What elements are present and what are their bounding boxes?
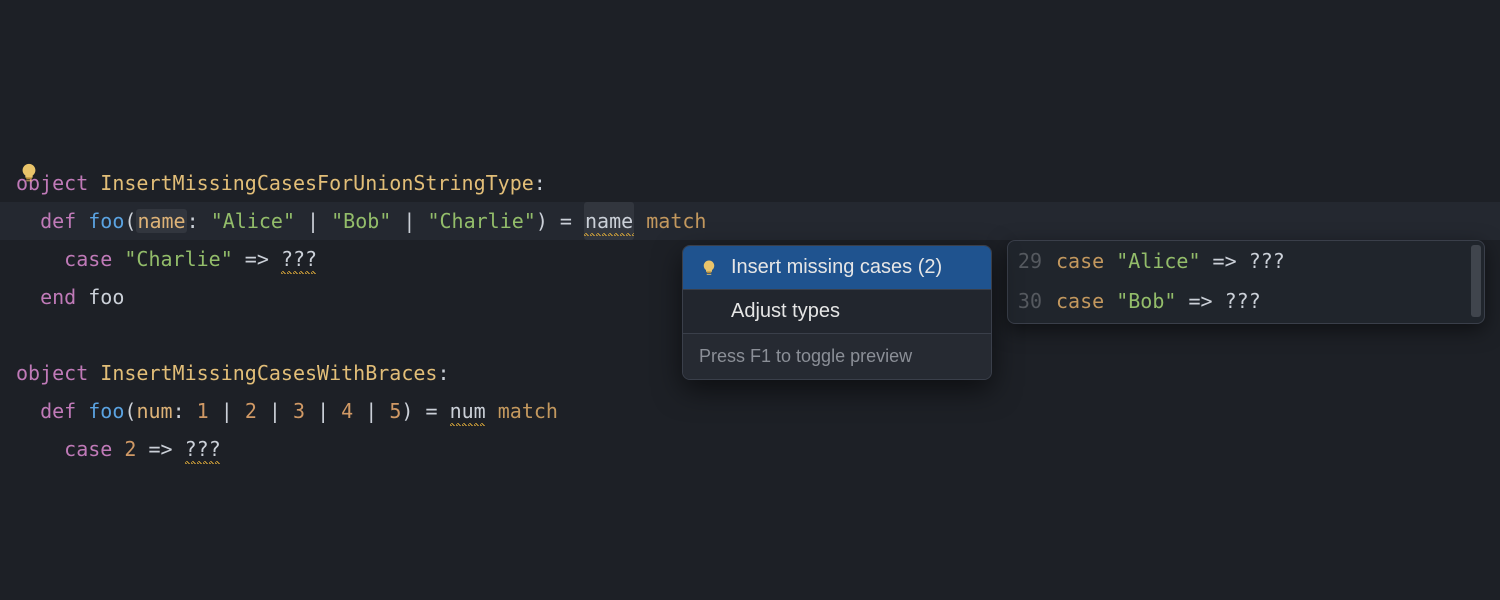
unknown-placeholder: ???: [185, 430, 221, 468]
preview-line: 29 case "Alice" => ???: [1008, 241, 1484, 281]
unknown-placeholder: ???: [281, 240, 317, 278]
keyword-match: match: [646, 209, 706, 233]
code-editor[interactable]: object InsertMissingCasesForUnionStringT…: [0, 0, 1500, 468]
preview-line: 30 case "Bob" => ???: [1008, 281, 1484, 321]
param-name: name: [136, 209, 186, 233]
code-action-label: Insert missing cases (2): [731, 256, 942, 279]
scrollbar-thumb[interactable]: [1471, 245, 1481, 317]
code-line[interactable]: object InsertMissingCasesForUnionStringT…: [0, 164, 1500, 202]
lightbulb-icon: [699, 258, 719, 278]
code-line[interactable]: def foo(name: "Alice" | "Bob" | "Charlie…: [0, 202, 1500, 240]
code-action-insert-missing-cases[interactable]: Insert missing cases (2): [683, 246, 991, 289]
match-target: num: [450, 392, 486, 430]
type-name: InsertMissingCasesWithBraces: [100, 361, 437, 385]
code-actions-popup: Insert missing cases (2) Adjust types Pr…: [682, 245, 992, 380]
code-action-adjust-types[interactable]: Adjust types: [683, 290, 991, 333]
match-target: name: [584, 202, 634, 240]
type-name: InsertMissingCasesForUnionStringType: [100, 171, 533, 195]
keyword-match: match: [498, 399, 558, 423]
line-number: 30: [1008, 281, 1056, 321]
line-number: 29: [1008, 241, 1056, 281]
keyword-case: case: [1056, 249, 1104, 273]
lightbulb-icon[interactable]: [18, 162, 40, 184]
function-name: foo: [88, 399, 124, 423]
keyword-case: case: [64, 437, 112, 461]
keyword-end: end: [40, 285, 76, 309]
param-name: num: [136, 399, 172, 423]
code-line[interactable]: case 2 => ???: [0, 430, 1500, 468]
keyword-def: def: [40, 209, 76, 233]
icon-slot-empty: [699, 302, 719, 322]
keyword-case: case: [1056, 289, 1104, 313]
code-action-label: Adjust types: [731, 300, 840, 323]
code-action-preview: 29 case "Alice" => ??? 30 case "Bob" => …: [1007, 240, 1485, 324]
keyword-object: object: [16, 361, 88, 385]
popup-hint: Press F1 to toggle preview: [683, 334, 991, 379]
keyword-def: def: [40, 399, 76, 423]
function-name: foo: [88, 209, 124, 233]
keyword-case: case: [64, 247, 112, 271]
code-line[interactable]: def foo(num: 1 | 2 | 3 | 4 | 5) = num ma…: [0, 392, 1500, 430]
